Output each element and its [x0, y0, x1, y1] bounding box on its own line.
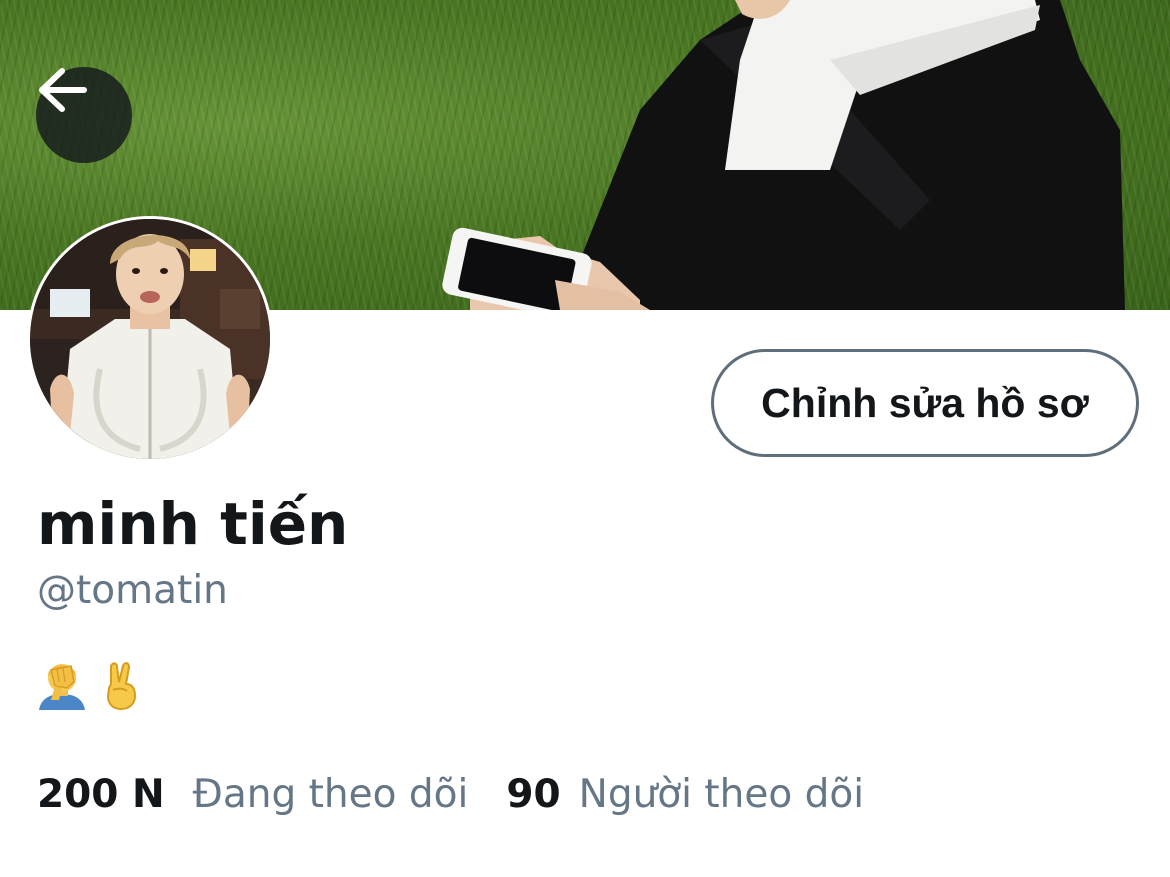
back-button[interactable]: [36, 67, 132, 163]
victory-hand-emoji: [106, 662, 137, 710]
profile-page: Chỉnh sửa hồ sơ minh tiến @tomatin 200 N…: [0, 0, 1170, 877]
following-link[interactable]: 200 N Đang theo dõi: [37, 772, 468, 817]
display-name: minh tiến: [37, 490, 349, 558]
profile-bio: [37, 660, 141, 710]
person-facepalming-emoji: [39, 664, 85, 710]
followers-link[interactable]: 90 Người theo dõi: [506, 772, 864, 817]
avatar-photo: [30, 219, 270, 459]
followers-count: 90: [506, 772, 561, 817]
avatar[interactable]: [27, 216, 273, 462]
username-handle: @tomatin: [37, 568, 228, 613]
edit-profile-button[interactable]: Chỉnh sửa hồ sơ: [711, 349, 1139, 457]
followers-label: Người theo dõi: [578, 772, 865, 817]
following-label: Đang theo dõi: [192, 772, 469, 817]
arrow-left-icon: [39, 68, 87, 112]
edit-profile-label: Chỉnh sửa hồ sơ: [761, 379, 1089, 426]
following-count: 200 N: [37, 772, 165, 817]
follow-stats: 200 N Đang theo dõi 90 Người theo dõi: [37, 772, 864, 817]
